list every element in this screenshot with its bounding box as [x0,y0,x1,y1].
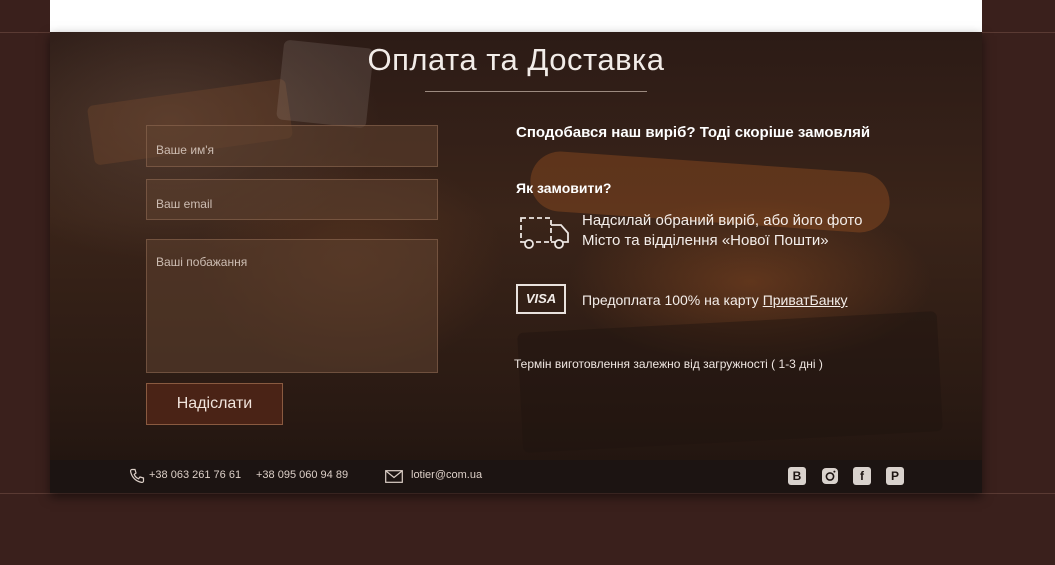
title-underline [425,91,647,92]
mail-icon [385,470,403,483]
phone-number-2[interactable]: +38 095 060 94 89 [256,469,348,481]
prepayment-label: Предоплата 100% на карту [582,292,763,308]
email-link[interactable]: lotier@com.ua [411,469,482,481]
truck-icon [520,217,569,249]
submit-button[interactable]: Надіслати [146,383,283,425]
phone-number-1[interactable]: +38 063 261 76 61 [149,469,241,481]
how-to-order-heading: Як замовити? [516,180,612,196]
name-placeholder: Ваше им'я [156,143,215,157]
wishes-textarea[interactable]: Ваші побажання [146,239,438,373]
instagram-glyph [822,468,838,484]
email-placeholder: Ваш email [156,197,213,211]
wishes-placeholder: Ваші побажання [156,255,248,269]
instagram-icon[interactable] [821,467,839,485]
contact-footer: +38 063 261 76 61 +38 095 060 94 89 loti… [50,460,982,493]
delivery-line-1: Надсилай обраний виріб, або його фото [582,212,863,229]
payment-delivery-section: Оплата та Доставка Ваше им'я Ваш email В… [50,32,982,493]
delivery-line-2: Місто та відділення «Нової Пошти» [582,232,829,249]
order-headline: Сподобався наш виріб? Тоді скоріше замов… [516,124,871,141]
email-field[interactable]: Ваш email [146,179,438,220]
background-leather-case [517,311,943,453]
bottom-divider [0,493,1055,494]
facebook-icon[interactable]: f [853,467,871,485]
top-white-strip [50,0,982,32]
name-field[interactable]: Ваше им'я [146,125,438,167]
production-term: Термін виготовлення залежно від загружно… [514,357,823,371]
prepayment-text: Предоплата 100% на карту ПриватБанку [582,292,848,308]
vk-icon[interactable]: B [788,467,806,485]
privatbank-link[interactable]: ПриватБанку [763,292,848,308]
pinterest-icon[interactable]: P [886,467,904,485]
visa-icon: VISA [516,284,566,314]
phone-icon [129,468,145,484]
section-title: Оплата та Доставка [367,42,665,77]
